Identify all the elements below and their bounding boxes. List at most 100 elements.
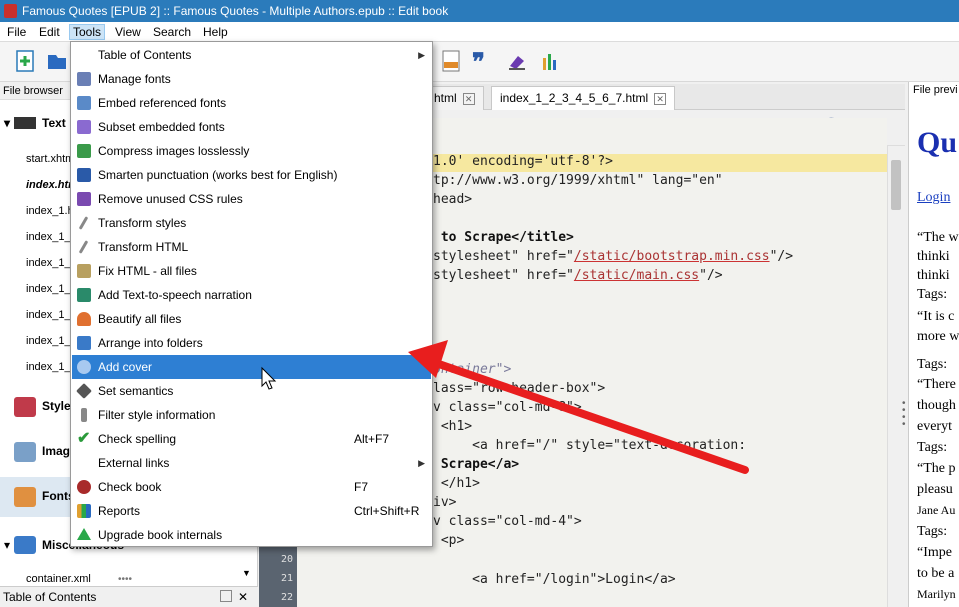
tab-file-active[interactable]: index_1_2_3_4_5_6_7.html ✕ xyxy=(491,86,676,110)
preview-text: pleasu xyxy=(917,482,953,497)
menu-item-fix-html[interactable]: Fix HTML - all files xyxy=(72,259,431,283)
menu-search[interactable]: Search xyxy=(150,24,194,40)
preview-login-link[interactable]: Login xyxy=(917,190,950,206)
text-files-icon xyxy=(14,117,36,129)
open-book-icon[interactable] xyxy=(46,50,68,72)
shortcut-label: Ctrl+Shift+R xyxy=(354,504,420,518)
tag-icon xyxy=(76,383,92,399)
preview-header: File previ xyxy=(913,84,958,96)
line-number: 20 xyxy=(280,554,293,565)
app-icon xyxy=(4,4,17,18)
code-line: v class="col-md-8"> xyxy=(433,400,582,415)
menu-file[interactable]: File xyxy=(4,24,29,40)
smart-quotes-icon[interactable]: ❞ xyxy=(472,50,494,72)
splitter-handle[interactable]: •••• xyxy=(902,399,906,430)
spellcheck-icon: ✔ xyxy=(77,430,91,447)
upgrade-icon xyxy=(77,528,91,540)
quote-icon xyxy=(77,168,91,182)
menu-item-check-book[interactable]: Check book F7 xyxy=(72,475,431,499)
scrollbar-thumb[interactable] xyxy=(891,160,901,210)
tab-label: html xyxy=(434,91,457,105)
menu-item-subset-fonts[interactable]: Subset embedded fonts xyxy=(72,115,431,139)
menu-view[interactable]: View xyxy=(112,24,144,40)
preview-text: Tags: xyxy=(917,524,948,539)
menu-item-transform-styles[interactable]: Transform styles xyxy=(72,211,431,235)
font-file-icon[interactable] xyxy=(440,50,462,72)
menu-item-filter-style[interactable]: Filter style information xyxy=(72,403,431,427)
folder-icon xyxy=(77,336,91,350)
subset-font-icon xyxy=(77,120,91,134)
menu-item-table-of-contents[interactable]: Table of Contents ▶ xyxy=(72,43,431,67)
code-line: </h1> xyxy=(433,476,480,491)
preview-text: to be a xyxy=(917,566,955,581)
menu-item-manage-fonts[interactable]: Manage fonts xyxy=(72,67,431,91)
remove-css-icon[interactable] xyxy=(506,50,528,72)
svg-text:❞: ❞ xyxy=(472,50,485,72)
line-number: 22 xyxy=(280,592,293,603)
close-panel-icon[interactable]: ✕ xyxy=(238,587,248,607)
menu-tools[interactable]: Tools xyxy=(69,24,106,40)
code-line: head> xyxy=(433,192,473,207)
menu-item-tts-narration[interactable]: Add Text-to-speech narration xyxy=(72,283,431,307)
preview-text: thinki xyxy=(917,268,950,283)
font-icon xyxy=(77,72,91,86)
wand-icon xyxy=(78,240,89,254)
scroll-down-arrow[interactable]: ▼ xyxy=(242,568,251,578)
menu-item-upgrade-internals[interactable]: Upgrade book internals xyxy=(72,523,431,547)
menu-item-add-cover[interactable]: Add cover xyxy=(72,355,431,379)
bug-icon xyxy=(77,480,91,494)
file-preview-panel: File previ Qu Login “The w thinki thinki… xyxy=(908,82,959,607)
code-line: stylesheet" href="/static/bootstrap.min.… xyxy=(433,249,794,264)
toc-panel-title: Table of Contents xyxy=(3,590,97,604)
menu-item-external-links[interactable]: External links ▶ xyxy=(72,451,431,475)
code-line: <p> xyxy=(433,533,465,548)
tab-file[interactable]: html ✕ xyxy=(425,86,484,110)
flower-icon xyxy=(77,312,91,326)
collapse-icon[interactable]: ▾ xyxy=(4,110,10,136)
code-line: stylesheet" href="/static/main.css"/> xyxy=(433,268,723,283)
fix-html-icon xyxy=(77,264,91,278)
close-tab-icon[interactable]: ✕ xyxy=(654,92,667,105)
wand-icon xyxy=(78,216,89,230)
shortcut-label: Alt+F7 xyxy=(354,432,390,446)
code-line: tp://www.w3.org/1999/xhtml" lang="en" xyxy=(433,173,723,188)
editor-scrollbar[interactable] xyxy=(887,146,903,607)
menu-item-beautify[interactable]: Beautify all files xyxy=(72,307,431,331)
close-tab-icon[interactable]: ✕ xyxy=(462,92,475,105)
preview-text: though xyxy=(917,398,956,413)
cover-icon xyxy=(77,360,91,374)
tab-label: index_1_2_3_4_5_6_7.html xyxy=(500,91,649,105)
new-file-icon[interactable] xyxy=(14,50,36,72)
preview-text: Marilyn xyxy=(917,587,956,601)
float-panel-icon[interactable] xyxy=(220,590,232,602)
splitter-handle[interactable]: •••• xyxy=(118,574,132,585)
embed-font-icon xyxy=(77,96,91,110)
code-line: ontainer"> xyxy=(433,362,512,377)
code-line: iv> xyxy=(433,495,457,510)
reports-icon[interactable] xyxy=(540,50,562,72)
menu-item-check-spelling[interactable]: ✔ Check spelling Alt+F7 xyxy=(72,427,431,451)
shortcut-label: F7 xyxy=(354,480,369,494)
menu-item-embed-fonts[interactable]: Embed referenced fonts xyxy=(72,91,431,115)
megaphone-icon xyxy=(77,288,91,302)
menu-item-smarten-punctuation[interactable]: Smarten punctuation (works best for Engl… xyxy=(72,163,431,187)
menu-edit[interactable]: Edit xyxy=(36,24,63,40)
submenu-arrow-icon: ▶ xyxy=(418,50,425,60)
preview-text: Tags: xyxy=(917,440,948,455)
menu-item-remove-css[interactable]: Remove unused CSS rules xyxy=(72,187,431,211)
menu-help[interactable]: Help xyxy=(200,24,231,40)
code-line: Scrape</a> xyxy=(433,457,520,472)
fonts-icon xyxy=(14,487,36,507)
menu-item-compress-images[interactable]: Compress images losslessly xyxy=(72,139,431,163)
menu-item-set-semantics[interactable]: Set semantics xyxy=(72,379,431,403)
menu-item-arrange-folders[interactable]: Arrange into folders xyxy=(72,331,431,355)
collapse-icon[interactable]: ▾ xyxy=(4,538,10,552)
images-icon xyxy=(14,442,36,462)
preview-text: everyt xyxy=(917,419,952,434)
menu-item-transform-html[interactable]: Transform HTML xyxy=(72,235,431,259)
preview-text: Tags: xyxy=(917,357,948,372)
code-line: 1.0' encoding='utf-8'?> xyxy=(433,154,614,169)
preview-text: “The w xyxy=(917,230,959,245)
code-line: <a href="/" style="text-decoration: xyxy=(433,438,747,453)
menu-item-reports[interactable]: Reports Ctrl+Shift+R xyxy=(72,499,431,523)
